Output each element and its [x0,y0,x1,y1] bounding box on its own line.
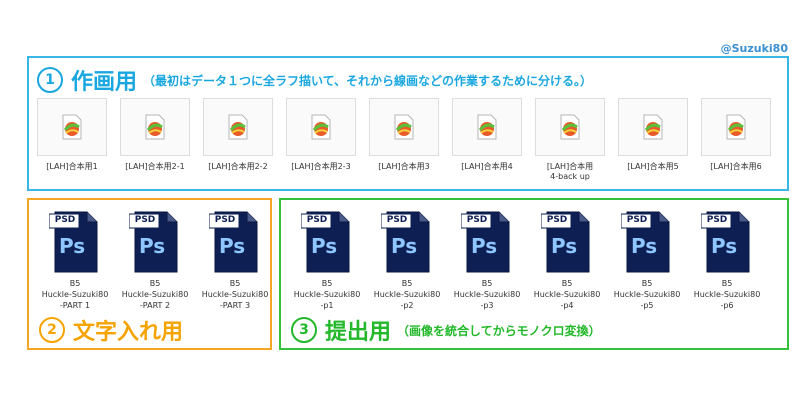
photoshop-file-icon: PSD Ps [128,210,181,274]
paint-file-icon [311,114,331,140]
file-name: [LAH]合本用4 [461,162,513,171]
file-name: [LAH]合本用1 [46,162,98,171]
photoshop-file-icon: PSD Ps [380,210,433,274]
work-file-item[interactable]: [LAH]合本用2-2 [203,98,273,182]
file-name: [LAH]合本用5 [627,162,679,171]
psd-file-item[interactable]: PSD Ps B5 Huckle-Suzuki80 -PART 3 [195,210,275,311]
work-file-item[interactable]: [LAH]合本用6 [701,98,771,182]
file-name: [LAH]合本用2-2 [208,162,268,171]
psd-file-item[interactable]: PSD Ps B5 Huckle-Suzuki80 -p2 [367,210,447,311]
file-name: [LAH]合本用3 [378,162,430,171]
psd-file-item[interactable]: PSD Ps B5 Huckle-Suzuki80 -PART 1 [35,210,115,311]
ps-mark: Ps [311,234,338,258]
ps-mark: Ps [59,234,86,258]
psd-badge: PSD [54,215,76,225]
photoshop-file-icon: PSD Ps [540,210,593,274]
photoshop-file-icon: PSD Ps [208,210,261,274]
work-file-item[interactable]: [LAH]合本用5 [618,98,688,182]
psd-badge: PSD [466,215,488,225]
file-thumbnail [701,98,771,156]
file-name: [LAH]合本用6 [710,162,762,171]
section-note: （画像を統合してからモノクロ変換） [397,323,601,338]
ps-mark: Ps [471,234,498,258]
lettering-file-list: PSD Ps B5 Huckle-Suzuki80 -PART 1 PSD Ps B5 H… [35,210,275,311]
section-number: 3 [291,317,317,343]
photoshop-file-icon: PSD Ps [300,210,353,274]
work-files-panel: 1 作画用 （最初はデータ１つに全ラフ描いて、それから線画などの作業するために分ける… [27,56,789,191]
file-name: B5 Huckle-Suzuki80 -p3 [453,279,521,310]
section-note: （最初はデータ１つに全ラフ描いて、それから線画などの作業するために分ける。） [143,73,593,88]
paint-file-icon [726,114,746,140]
photoshop-file-icon: PSD Ps [620,210,673,274]
work-file-list: [LAH]合本用1 [LAH]合本用2-1 [LAH]合本用2-2 [LAH]合本用2… [37,98,771,182]
file-name: [LAH]合本用2-1 [125,162,185,171]
file-name: B5 Huckle-Suzuki80 -PART 1 [41,279,109,310]
file-name: B5 Huckle-Suzuki80 -p5 [613,279,681,310]
psd-badge: PSD [706,215,728,225]
photoshop-file-icon: PSD Ps [460,210,513,274]
file-name: B5 Huckle-Suzuki80 -PART 3 [201,279,269,310]
section-number: 1 [37,67,63,93]
psd-badge: PSD [546,215,568,225]
work-section-heading: 1 作画用 （最初はデータ１つに全ラフ描いて、それから線画などの作業するために分ける… [37,64,592,96]
paint-file-icon [145,114,165,140]
work-file-item[interactable]: [LAH]合本用3 [369,98,439,182]
psd-file-item[interactable]: PSD Ps B5 Huckle-Suzuki80 -PART 2 [115,210,195,311]
file-name: B5 Huckle-Suzuki80 -p4 [533,279,601,310]
submission-section-heading: 3 提出用 （画像を統合してからモノクロ変換） [291,314,601,346]
file-thumbnail [452,98,522,156]
file-thumbnail [37,98,107,156]
paint-file-icon [643,114,663,140]
file-name: B5 Huckle-Suzuki80 -PART 2 [121,279,189,310]
section-title: 文字入れ用 [73,320,184,345]
ps-mark: Ps [219,234,246,258]
psd-file-item[interactable]: PSD Ps B5 Huckle-Suzuki80 -p5 [607,210,687,311]
lettering-files-panel: PSD Ps B5 Huckle-Suzuki80 -PART 1 PSD Ps B5 H… [27,198,272,350]
file-name: [LAH]合本用2-3 [291,162,351,171]
psd-file-item[interactable]: PSD Ps B5 Huckle-Suzuki80 -p4 [527,210,607,311]
paint-file-icon [62,114,82,140]
file-thumbnail [203,98,273,156]
submission-file-list: PSD Ps B5 Huckle-Suzuki80 -p1 PSD Ps B5 Huckl… [287,210,767,311]
work-file-item[interactable]: [LAH]合本用2-3 [286,98,356,182]
work-file-item[interactable]: [LAH]合本用 4-back up [535,98,605,182]
paint-file-icon [228,114,248,140]
psd-file-item[interactable]: PSD Ps B5 Huckle-Suzuki80 -p3 [447,210,527,311]
psd-file-item[interactable]: PSD Ps B5 Huckle-Suzuki80 -p1 [287,210,367,311]
file-thumbnail [369,98,439,156]
work-file-item[interactable]: [LAH]合本用4 [452,98,522,182]
psd-badge: PSD [626,215,648,225]
ps-mark: Ps [711,234,738,258]
paint-file-icon [394,114,414,140]
file-name: B5 Huckle-Suzuki80 -p2 [373,279,441,310]
section-title: 作画用 [71,70,138,95]
author-credit: @Suzuki80 [720,42,788,55]
photoshop-file-icon: PSD Ps [700,210,753,274]
lettering-section-heading: 2 文字入れ用 [39,314,183,346]
file-thumbnail [535,98,605,156]
ps-mark: Ps [551,234,578,258]
file-thumbnail [286,98,356,156]
file-name: B5 Huckle-Suzuki80 -p1 [293,279,361,310]
section-number: 2 [39,317,65,343]
psd-badge: PSD [214,215,236,225]
section-title: 提出用 [325,320,392,345]
psd-badge: PSD [134,215,156,225]
work-file-item[interactable]: [LAH]合本用1 [37,98,107,182]
file-thumbnail [618,98,688,156]
ps-mark: Ps [391,234,418,258]
psd-badge: PSD [386,215,408,225]
submission-files-panel: PSD Ps B5 Huckle-Suzuki80 -p1 PSD Ps B5 Huckl… [279,198,789,350]
file-thumbnail [120,98,190,156]
ps-mark: Ps [631,234,658,258]
paint-file-icon [560,114,580,140]
file-name: B5 Huckle-Suzuki80 -p6 [693,279,761,310]
paint-file-icon [477,114,497,140]
ps-mark: Ps [139,234,166,258]
file-name: [LAH]合本用 4-back up [546,162,594,181]
psd-badge: PSD [306,215,328,225]
work-file-item[interactable]: [LAH]合本用2-1 [120,98,190,182]
psd-file-item[interactable]: PSD Ps B5 Huckle-Suzuki80 -p6 [687,210,767,311]
photoshop-file-icon: PSD Ps [48,210,101,274]
